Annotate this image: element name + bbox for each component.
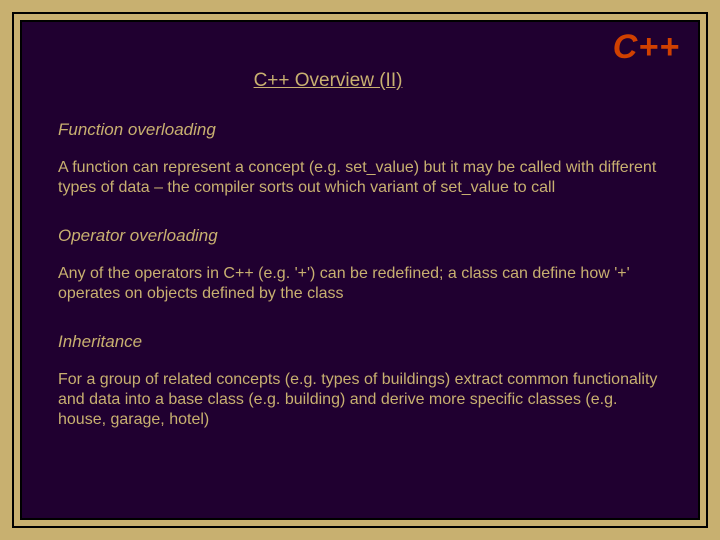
- slide-panel: C++ C++ Overview (II) Function overloadi…: [20, 20, 700, 520]
- section-3: Inheritance For a group of related conce…: [58, 332, 658, 430]
- section-body: A function can represent a concept (e.g.…: [58, 158, 658, 198]
- section-2: Operator overloading Any of the operator…: [58, 226, 658, 304]
- slide-title: C++ Overview (II): [58, 70, 598, 92]
- section-1: Function overloading A function can repr…: [58, 120, 658, 198]
- outer-frame: C++ C++ Overview (II) Function overloadi…: [12, 12, 708, 528]
- corner-label: C++: [613, 28, 680, 67]
- section-heading: Inheritance: [58, 332, 658, 352]
- section-heading: Function overloading: [58, 120, 658, 140]
- section-heading: Operator overloading: [58, 226, 658, 246]
- section-body: Any of the operators in C++ (e.g. '+') c…: [58, 264, 658, 304]
- section-body: For a group of related concepts (e.g. ty…: [58, 370, 658, 430]
